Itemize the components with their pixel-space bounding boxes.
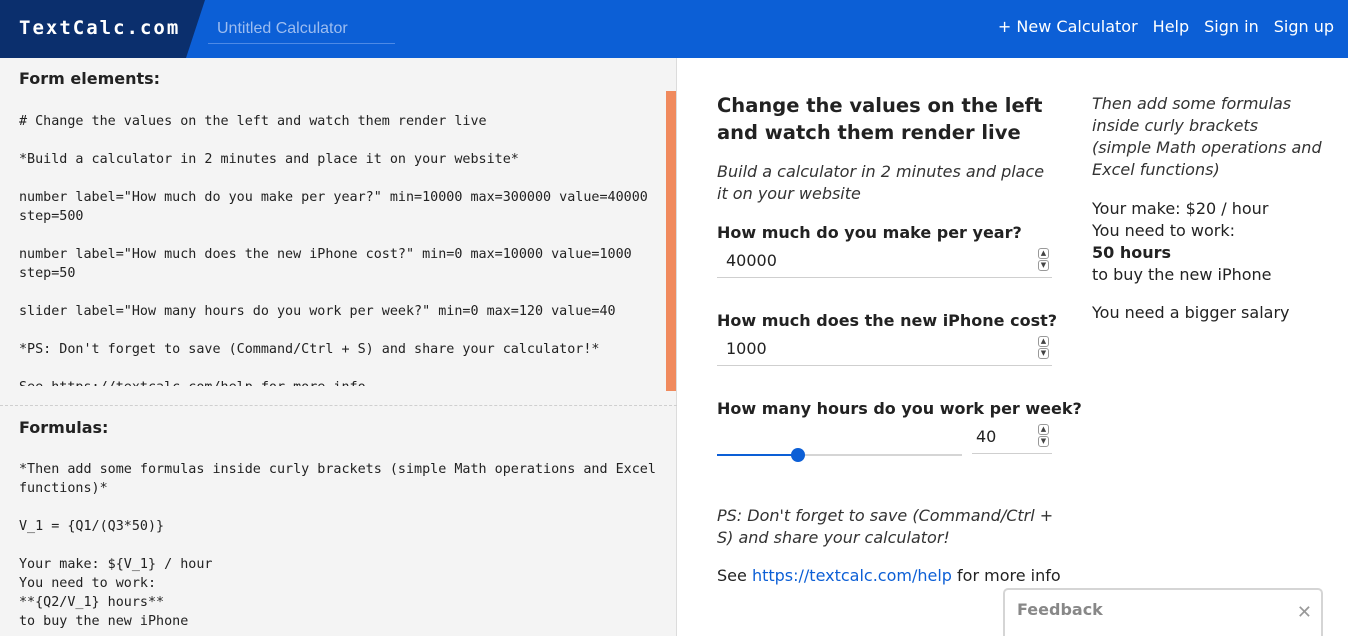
iphone-cost-value[interactable]: 1000 xyxy=(726,339,767,358)
chevron-down-icon[interactable]: ▼ xyxy=(1038,348,1049,359)
work-needed-text: You need to work: xyxy=(1092,221,1235,240)
close-icon[interactable]: ✕ xyxy=(1297,602,1312,623)
help-note-prefix: See xyxy=(717,566,752,585)
iphone-cost-spinner: ▲ ▼ xyxy=(1038,336,1049,360)
chevron-up-icon[interactable]: ▲ xyxy=(1038,248,1049,259)
form-elements-heading: Form elements: xyxy=(19,69,161,88)
hours-input[interactable]: 40 ▲ ▼ xyxy=(972,422,1052,454)
sign-in-link[interactable]: Sign in xyxy=(1204,17,1259,36)
chevron-up-icon[interactable]: ▲ xyxy=(1038,336,1049,347)
ps-note: PS: Don't forget to save (Command/Ctrl +… xyxy=(717,506,1054,547)
form-elements-editor[interactable]: # Change the values on the left and watc… xyxy=(19,112,659,386)
hours-needed-result: 50 hours xyxy=(1092,243,1172,262)
salary-spinner: ▲ ▼ xyxy=(1038,248,1049,272)
sign-up-link[interactable]: Sign up xyxy=(1274,17,1334,36)
salary-verdict: You need a bigger salary xyxy=(1092,303,1290,322)
editor-divider[interactable] xyxy=(0,405,677,406)
salary-value[interactable]: 40000 xyxy=(726,251,777,270)
hours-slider-thumb[interactable] xyxy=(790,448,805,462)
calculator-heading: Change the values on the left and watch … xyxy=(717,94,1043,144)
salary-label: How much do you make per year? xyxy=(717,223,1022,242)
hours-slider[interactable] xyxy=(717,448,962,462)
help-note: See https://textcalc.com/help for more i… xyxy=(717,566,1061,585)
formulas-heading: Formulas: xyxy=(19,418,109,437)
iphone-cost-label: How much does the new iPhone cost? xyxy=(717,311,1058,330)
feedback-widget[interactable]: Feedback ✕ xyxy=(1003,588,1323,636)
feedback-label[interactable]: Feedback xyxy=(1017,600,1103,619)
top-bar: TextCalc.com + New Calculator Help Sign … xyxy=(0,0,1348,58)
logo[interactable]: TextCalc.com xyxy=(19,17,180,39)
formulas-note: Then add some formulas inside curly brac… xyxy=(1092,94,1322,179)
formulas-editor[interactable]: *Then add some formulas inside curly bra… xyxy=(19,460,659,636)
calculator-title-input[interactable] xyxy=(208,14,395,44)
hours-spinner: ▲ ▼ xyxy=(1038,424,1049,448)
iphone-cost-input[interactable]: 1000 ▲ ▼ xyxy=(717,334,1052,366)
top-nav: + New Calculator Help Sign in Sign up xyxy=(998,17,1334,36)
preview-pane: Change the values on the left and watch … xyxy=(677,58,1348,636)
results-block: Your make: $20 / hour You need to work: … xyxy=(1092,198,1332,324)
help-link-inline[interactable]: https://textcalc.com/help xyxy=(752,566,952,585)
calculator-subtitle: Build a calculator in 2 minutes and plac… xyxy=(717,162,1045,203)
help-link[interactable]: Help xyxy=(1153,17,1189,36)
buy-iphone-text: to buy the new iPhone xyxy=(1092,265,1272,284)
editor-pane: Form elements: # Change the values on th… xyxy=(0,58,677,636)
chevron-down-icon[interactable]: ▼ xyxy=(1038,260,1049,271)
chevron-up-icon[interactable]: ▲ xyxy=(1038,424,1049,435)
hours-slider-fill xyxy=(717,454,798,456)
hourly-rate-result: Your make: $20 / hour xyxy=(1092,199,1269,218)
help-note-suffix: for more info xyxy=(951,566,1061,585)
editor-scrollbar[interactable] xyxy=(666,91,676,391)
new-calculator-link[interactable]: + New Calculator xyxy=(998,17,1138,36)
hours-label: How many hours do you work per week? xyxy=(717,399,1082,418)
hours-value[interactable]: 40 xyxy=(976,427,996,446)
salary-input[interactable]: 40000 ▲ ▼ xyxy=(717,246,1052,278)
chevron-down-icon[interactable]: ▼ xyxy=(1038,436,1049,447)
